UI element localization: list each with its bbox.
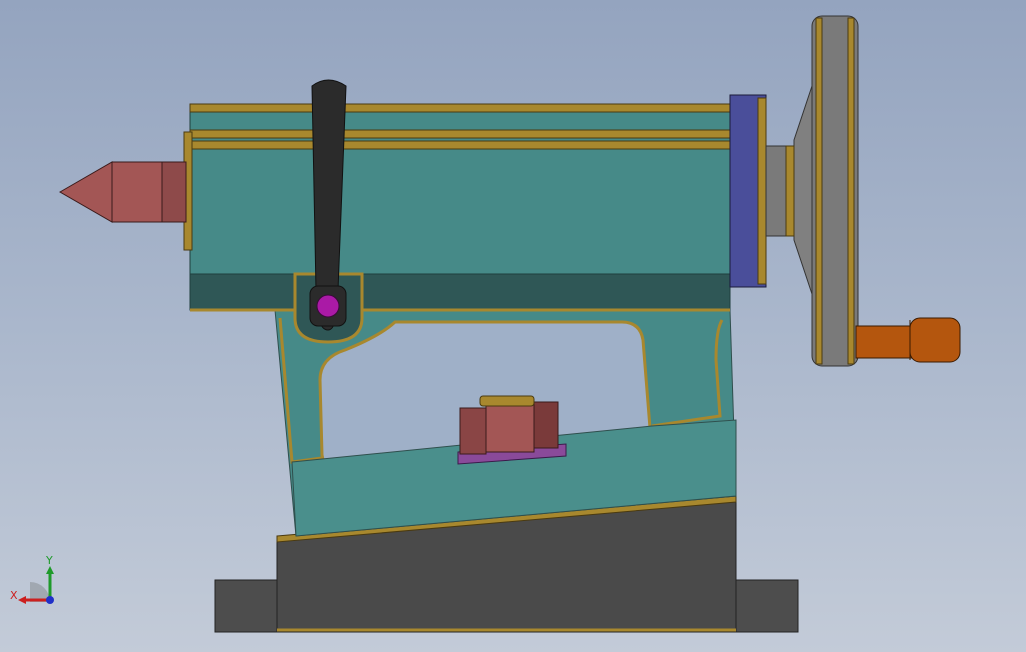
lever-pivot-pin[interactable] bbox=[316, 294, 340, 318]
triad-x-arrow bbox=[18, 596, 26, 604]
live-center-tip[interactable] bbox=[58, 161, 113, 223]
handwheel-cone bbox=[793, 79, 815, 301]
live-center-body[interactable] bbox=[111, 161, 163, 223]
triad-x-label: X bbox=[10, 589, 18, 602]
triad-z-dot bbox=[46, 596, 54, 604]
handwheel-rim-trim-right bbox=[847, 17, 855, 365]
handwheel-handle-stem bbox=[855, 325, 915, 359]
quill-housing-mid-stripe-2 bbox=[189, 140, 731, 150]
tailstock-model[interactable] bbox=[0, 0, 1026, 652]
handwheel-handle-grip[interactable] bbox=[909, 317, 961, 363]
base-foot-left[interactable] bbox=[214, 579, 280, 633]
quill-housing-mid-stripe bbox=[189, 129, 731, 139]
quill-housing-top-stripe bbox=[189, 103, 731, 113]
clamp-nut-left[interactable] bbox=[459, 407, 487, 455]
view-triad[interactable]: Y X bbox=[8, 550, 78, 620]
cad-viewport[interactable]: Y X bbox=[0, 0, 1026, 652]
end-cap-ring bbox=[757, 97, 767, 285]
triad-y-arrow bbox=[46, 566, 54, 574]
clamp-stud-top bbox=[479, 395, 535, 407]
clamp-nut-mid[interactable] bbox=[485, 403, 535, 453]
quill-housing-lower bbox=[189, 273, 731, 311]
triad-y-label: Y bbox=[45, 554, 53, 567]
handwheel-rim-trim-left bbox=[815, 17, 823, 365]
live-center-collar bbox=[161, 161, 187, 223]
base-foot-right[interactable] bbox=[735, 579, 799, 633]
handwheel-hub-ring bbox=[785, 145, 795, 237]
clamp-nut-right[interactable] bbox=[533, 401, 559, 449]
